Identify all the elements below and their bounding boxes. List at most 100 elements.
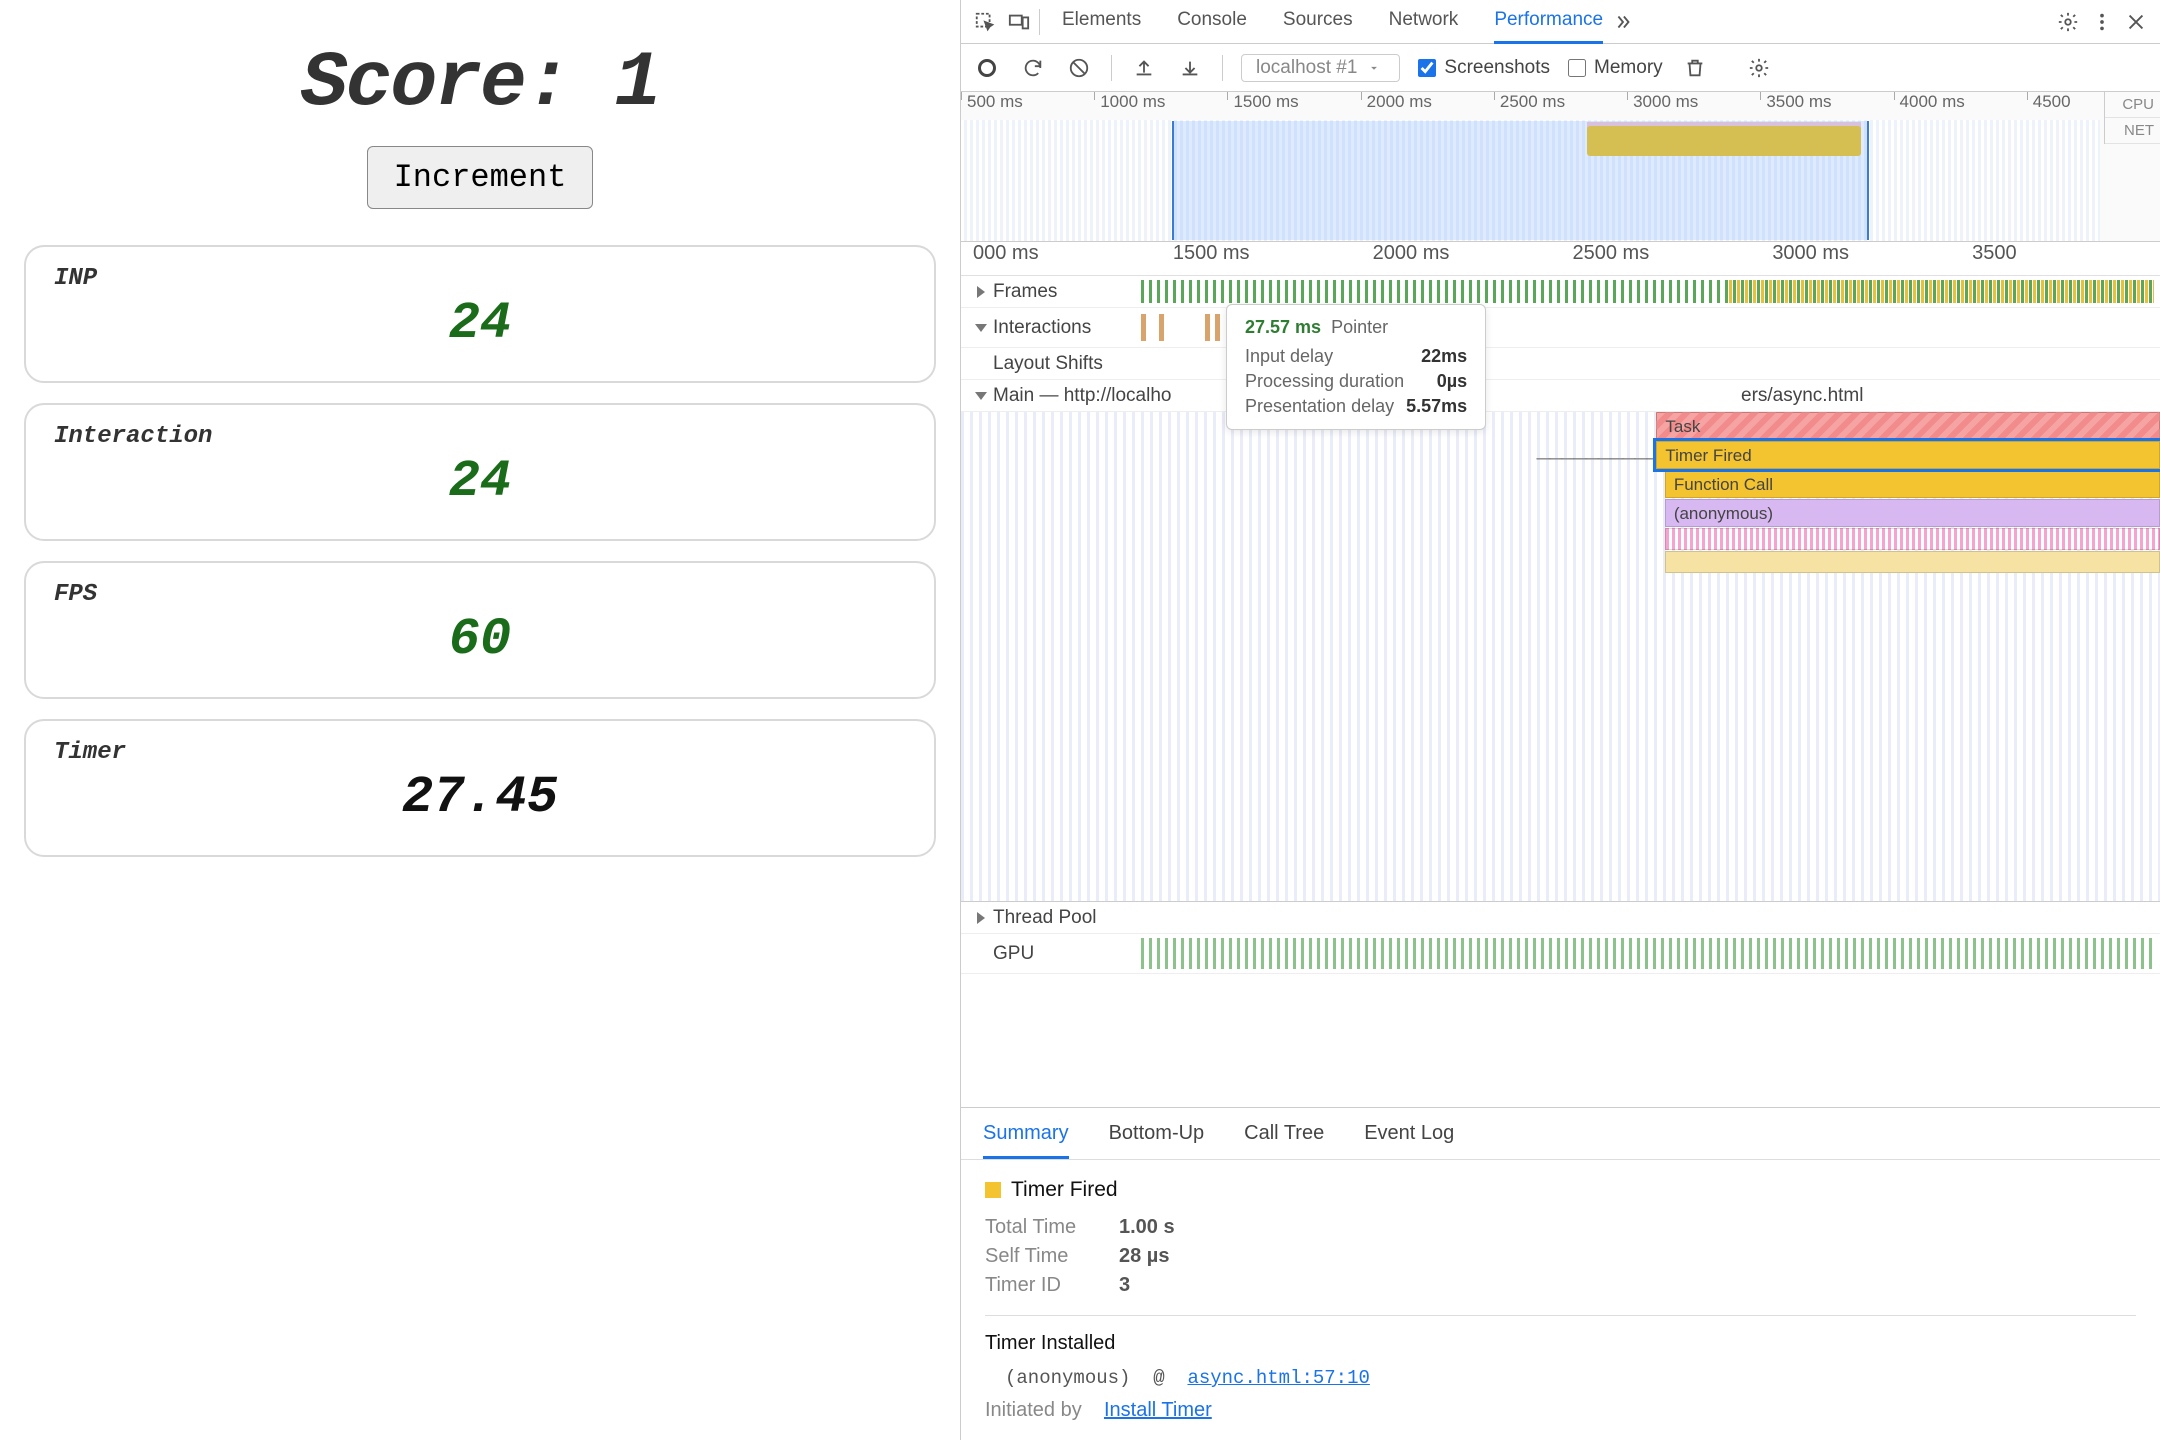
overview-tick: 2500 ms [1494, 92, 1627, 120]
detail-k: Self Time [985, 1245, 1095, 1268]
fps-card: FPS 60 [24, 561, 936, 699]
tooltip-k: Presentation delay [1245, 396, 1394, 417]
interaction-label: Interaction [54, 423, 906, 450]
expand-icon[interactable] [975, 392, 987, 400]
detail-v: 28 µs [1119, 1245, 1169, 1268]
divider [1111, 55, 1112, 81]
score-display: Score: 1 [24, 40, 936, 128]
gpu-track[interactable]: GPU [961, 934, 2160, 974]
detail-v: 1.00 s [1119, 1216, 1175, 1239]
overview-cpu-label: CPU [2105, 92, 2160, 118]
inspect-icon[interactable] [971, 8, 999, 36]
ruler-tick: 2500 ms [1560, 242, 1760, 275]
gc-icon[interactable] [1681, 54, 1709, 82]
expand-icon[interactable] [977, 912, 985, 924]
record-icon[interactable] [973, 54, 1001, 82]
thread-pool-track[interactable]: Thread Pool [961, 902, 2160, 934]
layout-shifts-label: Layout Shifts [993, 353, 1103, 375]
divider [1222, 55, 1223, 81]
tooltip-v: 5.57ms [1406, 396, 1467, 417]
memory-checkbox[interactable]: Memory [1568, 57, 1663, 79]
device-icon[interactable] [1005, 8, 1033, 36]
detail-k: Total Time [985, 1216, 1095, 1239]
interaction-value: 24 [54, 452, 906, 511]
ruler-tick: 3500 [1960, 242, 2160, 275]
tab-elements[interactable]: Elements [1062, 0, 1141, 44]
download-icon[interactable] [1176, 54, 1204, 82]
tab-network[interactable]: Network [1389, 0, 1459, 44]
reload-icon[interactable] [1019, 54, 1047, 82]
session-select[interactable]: localhost #1 [1241, 54, 1400, 82]
score-value: 1 [614, 40, 659, 128]
interactions-label: Interactions [993, 317, 1091, 339]
tab-performance[interactable]: Performance [1494, 0, 1603, 44]
timeline[interactable]: 000 ms 1500 ms 2000 ms 2500 ms 3000 ms 3… [961, 242, 2160, 1107]
inp-label: INP [54, 265, 906, 292]
detail-pane: Summary Bottom-Up Call Tree Event Log Ti… [961, 1107, 2160, 1440]
overview-tick: 500 ms [961, 92, 1094, 120]
thread-pool-label: Thread Pool [993, 907, 1097, 929]
detail-tab-summary[interactable]: Summary [983, 1122, 1069, 1159]
gpu-label: GPU [993, 943, 1034, 965]
memory-label: Memory [1594, 57, 1663, 79]
flame-anonymous[interactable]: (anonymous) [1665, 499, 2160, 527]
upload-icon[interactable] [1130, 54, 1158, 82]
timer-value: 27.45 [54, 768, 906, 827]
tooltip-time: 27.57 ms [1245, 317, 1321, 337]
tooltip-k: Input delay [1245, 346, 1409, 367]
ruler-tick: 000 ms [961, 242, 1161, 275]
interaction-card: Interaction 24 [24, 403, 936, 541]
frames-track[interactable]: Frames [961, 276, 2160, 308]
close-icon[interactable] [2122, 8, 2150, 36]
screenshots-checkbox[interactable]: Screenshots [1418, 57, 1550, 79]
flame-timer-fired[interactable]: Timer Fired [1656, 441, 2160, 469]
score-label: Score: [301, 40, 570, 128]
initiator-link[interactable]: Install Timer [1104, 1399, 1212, 1421]
screenshots-label: Screenshots [1444, 57, 1550, 79]
main-label-prefix: Main — http://localho [993, 385, 1171, 407]
expand-icon[interactable] [975, 324, 987, 332]
installed-title: Timer Installed [985, 1332, 2136, 1355]
tooltip-k: Processing duration [1245, 371, 1425, 392]
session-select-label: localhost #1 [1256, 57, 1357, 79]
increment-button[interactable]: Increment [367, 146, 594, 209]
fps-value: 60 [54, 610, 906, 669]
color-swatch [985, 1182, 1001, 1198]
initiated-label: Initiated by [985, 1399, 1082, 1421]
overview-net-label: NET [2105, 118, 2160, 144]
perf-settings-icon[interactable] [1745, 54, 1773, 82]
flame-task[interactable]: Task [1656, 412, 2160, 440]
fps-label: FPS [54, 581, 906, 608]
overview-strip[interactable]: 500 ms 1000 ms 1500 ms 2000 ms 2500 ms 3… [961, 92, 2160, 242]
divider [1039, 9, 1040, 35]
tab-sources[interactable]: Sources [1283, 0, 1353, 44]
detail-tab-bottomup[interactable]: Bottom-Up [1109, 1122, 1205, 1145]
devtools: Elements Console Sources Network Perform… [960, 0, 2160, 1440]
overview-tick: 2000 ms [1361, 92, 1494, 120]
main-flame[interactable]: Task Timer Fired Function Call (anonymou… [961, 412, 2160, 902]
clear-icon[interactable] [1065, 54, 1093, 82]
more-tabs-icon[interactable] [1609, 8, 1637, 36]
interaction-tooltip: 27.57 ms Pointer Input delay22ms Process… [1226, 304, 1486, 430]
detail-tab-eventlog[interactable]: Event Log [1364, 1122, 1454, 1145]
layout-shifts-track[interactable]: Layout Shifts [961, 348, 2160, 380]
kebab-icon[interactable] [2088, 8, 2116, 36]
timer-card: Timer 27.45 [24, 719, 936, 857]
main-label-suffix: ers/async.html [1741, 385, 1863, 407]
frames-label: Frames [993, 281, 1057, 303]
tab-console[interactable]: Console [1177, 0, 1247, 44]
flame-function-call[interactable]: Function Call [1665, 470, 2160, 498]
perf-toolbar: localhost #1 Screenshots Memory [961, 44, 2160, 92]
detail-v: 3 [1119, 1274, 1130, 1297]
detail-tab-calltree[interactable]: Call Tree [1244, 1122, 1324, 1145]
timer-label: Timer [54, 739, 906, 766]
detail-title: Timer Fired [1011, 1178, 1118, 1202]
source-link[interactable]: async.html:57:10 [1187, 1367, 1369, 1389]
interactions-track[interactable]: Interactions [961, 308, 2160, 348]
tooltip-type: Pointer [1331, 317, 1388, 337]
expand-icon[interactable] [977, 286, 985, 298]
main-track-header[interactable]: Main — http://localho ers/async.html [961, 380, 2160, 412]
gear-icon[interactable] [2054, 8, 2082, 36]
overview-selection[interactable] [1172, 121, 1869, 240]
ruler-tick: 1500 ms [1161, 242, 1361, 275]
